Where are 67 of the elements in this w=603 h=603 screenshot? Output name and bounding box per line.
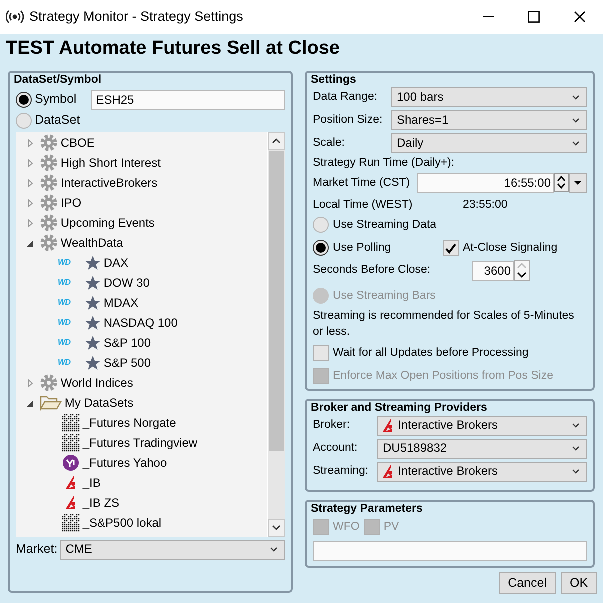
note-text: Streaming is recommended for Scales of 5-Minutes or less. bbox=[313, 309, 576, 340]
field-label: Data Range: bbox=[313, 90, 379, 105]
tree-item[interactable]: WD NASDAQ 100 bbox=[16, 313, 267, 333]
checkbox-label: WFO bbox=[333, 520, 360, 534]
tree-item[interactable]: WD S&P 100 bbox=[16, 333, 267, 353]
field-label: Broker: bbox=[313, 418, 352, 433]
tree-item[interactable]: WD DOW 30 bbox=[16, 273, 267, 293]
field-label: Position Size: bbox=[313, 113, 384, 128]
provider-label: WD bbox=[58, 318, 72, 328]
field-label: Scale: bbox=[313, 136, 346, 151]
group-title: Settings bbox=[309, 73, 358, 87]
tree-item[interactable]: _IB bbox=[16, 473, 267, 493]
market-label: Market: bbox=[16, 542, 58, 558]
number-field[interactable]: 3600 bbox=[472, 260, 514, 281]
tree-item[interactable]: CBOE bbox=[16, 133, 267, 153]
cancel-button[interactable]: Cancel bbox=[499, 572, 556, 594]
tree-item[interactable]: WD MDAX bbox=[16, 293, 267, 313]
dropdown[interactable]: Shares=1 bbox=[391, 110, 587, 130]
window-title: Strategy Monitor - Strategy Settings bbox=[30, 8, 244, 26]
dropdown[interactable]: DU5189832 bbox=[377, 438, 587, 458]
tree-item[interactable]: IPO bbox=[16, 193, 267, 213]
tree-item[interactable]: High Short Interest bbox=[16, 153, 267, 173]
market-dropdown[interactable]: CME bbox=[60, 540, 285, 560]
tree-item[interactable]: _Futures Norgate bbox=[16, 413, 267, 433]
tree-item[interactable]: InteractiveBrokers bbox=[16, 173, 267, 193]
dialog-heading: TEST Automate Futures Sell at Close bbox=[6, 38, 341, 60]
checkbox-label: PV bbox=[384, 520, 400, 534]
tree-item[interactable]: _Futures Tradingview bbox=[16, 433, 267, 453]
radio-label: DataSet bbox=[35, 113, 80, 129]
ok-button[interactable]: OK bbox=[561, 572, 597, 594]
checkbox-label: Enforce Max Open Positions from Pos Size bbox=[333, 368, 554, 384]
dropdown[interactable]: Daily bbox=[391, 133, 587, 154]
provider-label: WD bbox=[58, 258, 72, 268]
tree-item[interactable]: WD S&P 500 bbox=[16, 353, 267, 373]
dropdown[interactable]: 100 bars bbox=[391, 87, 587, 108]
provider-label: WD bbox=[58, 278, 72, 288]
field-label: Local Time (WEST) bbox=[313, 198, 414, 212]
checkbox-label: Wait for all Updates before Processing bbox=[333, 346, 529, 360]
tree-item[interactable]: _IB ZS bbox=[16, 493, 267, 513]
dropdown[interactable]: Interactive Brokers bbox=[377, 462, 587, 482]
provider-label: WD bbox=[58, 358, 72, 368]
checkbox-label: At-Close Signaling bbox=[463, 240, 558, 256]
group-title: DataSet/Symbol bbox=[12, 73, 104, 87]
tree-item[interactable]: World Indices bbox=[16, 373, 267, 393]
dropdown[interactable]: Interactive Brokers bbox=[377, 416, 587, 436]
radio-label: Symbol bbox=[35, 92, 77, 108]
group-title: Strategy Parameters bbox=[309, 502, 425, 516]
field-label: Seconds Before Close: bbox=[313, 263, 432, 278]
provider-label: WD bbox=[58, 298, 72, 308]
field-label: Account: bbox=[313, 441, 359, 456]
tree-item[interactable]: WealthData bbox=[16, 233, 267, 253]
radio-label: Use Streaming Data bbox=[333, 218, 437, 232]
tree-item[interactable]: Upcoming Events bbox=[16, 213, 267, 233]
field-label: Market Time (CST) bbox=[313, 176, 412, 190]
section-label: Strategy Run Time (Daily+): bbox=[313, 156, 456, 171]
tree-item[interactable]: WD DAX bbox=[16, 253, 267, 273]
tree-item[interactable]: My DataSets bbox=[16, 393, 267, 413]
group-title: Broker and Streaming Providers bbox=[309, 401, 490, 416]
radio-label: Use Polling bbox=[333, 240, 392, 256]
radio-label: Use Streaming Bars bbox=[333, 288, 436, 304]
tree-item[interactable]: _S&P500 lokal bbox=[16, 513, 267, 533]
tree-item[interactable]: _Futures Yahoo bbox=[16, 453, 267, 473]
provider-label: WD bbox=[58, 338, 72, 348]
time-field[interactable]: 16:55:00 bbox=[417, 172, 554, 193]
time-value: 23:55:00 bbox=[463, 198, 508, 212]
field-label: Streaming: bbox=[313, 464, 370, 479]
symbol-field[interactable]: ESH25 bbox=[91, 90, 285, 110]
